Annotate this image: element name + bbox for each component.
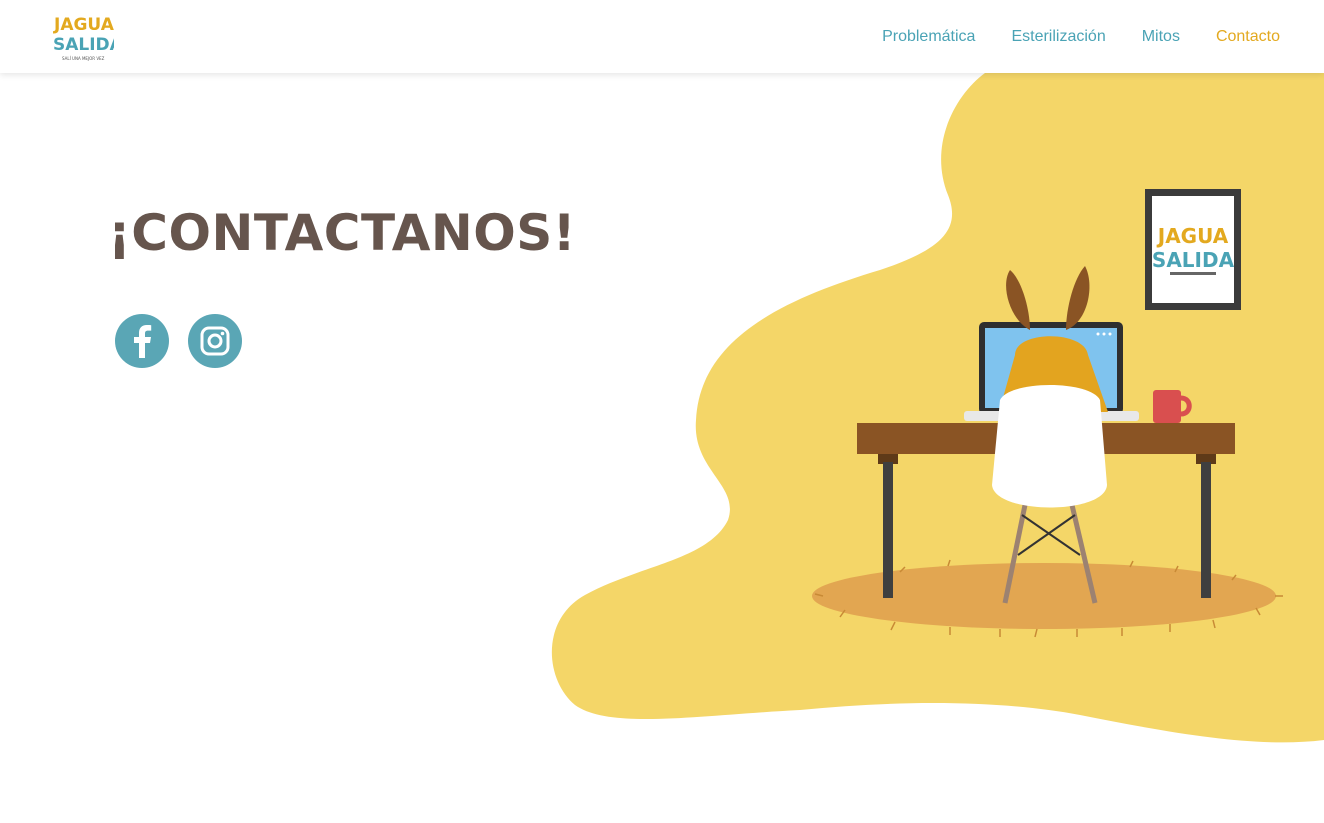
nav-problematica[interactable]: Problemática: [882, 28, 975, 46]
nav-esterilizacion[interactable]: Esterilización: [1011, 28, 1105, 46]
logo-line1: JAGUA: [53, 15, 114, 35]
logo-line2: SALIDA: [53, 35, 114, 55]
logo-frame: JAGUA SALIDA: [1145, 189, 1241, 310]
main-nav: Problemática Esterilización Mitos Contac…: [846, 0, 1280, 73]
social-links: [115, 314, 261, 368]
nav-mitos[interactable]: Mitos: [1142, 28, 1180, 46]
svg-text:SALIDA: SALIDA: [1152, 248, 1235, 272]
site-logo[interactable]: JAGUA SALIDA SALÍ UNA MEJOR VEZ: [52, 12, 114, 64]
site-header: JAGUA SALIDA SALÍ UNA MEJOR VEZ Problemá…: [0, 0, 1324, 73]
facebook-button[interactable]: [115, 314, 169, 368]
facebook-icon: [134, 325, 152, 358]
nav-contacto[interactable]: Contacto: [1216, 28, 1280, 46]
contact-page: JAGUA SALIDA JAGUA SALID SALÍ UNA MEJOR …: [0, 0, 1324, 823]
instagram-icon: [200, 326, 230, 356]
yellow-blob: [551, 73, 1324, 743]
instagram-button[interactable]: [188, 314, 242, 368]
logo-tagline: SALÍ UNA MEJOR VEZ: [62, 56, 105, 61]
page-title: ¡CONTACTANOS!: [108, 204, 577, 262]
contact-illustration: JAGUA SALIDA: [551, 73, 1324, 743]
svg-text:JAGUA: JAGUA: [1156, 224, 1229, 248]
